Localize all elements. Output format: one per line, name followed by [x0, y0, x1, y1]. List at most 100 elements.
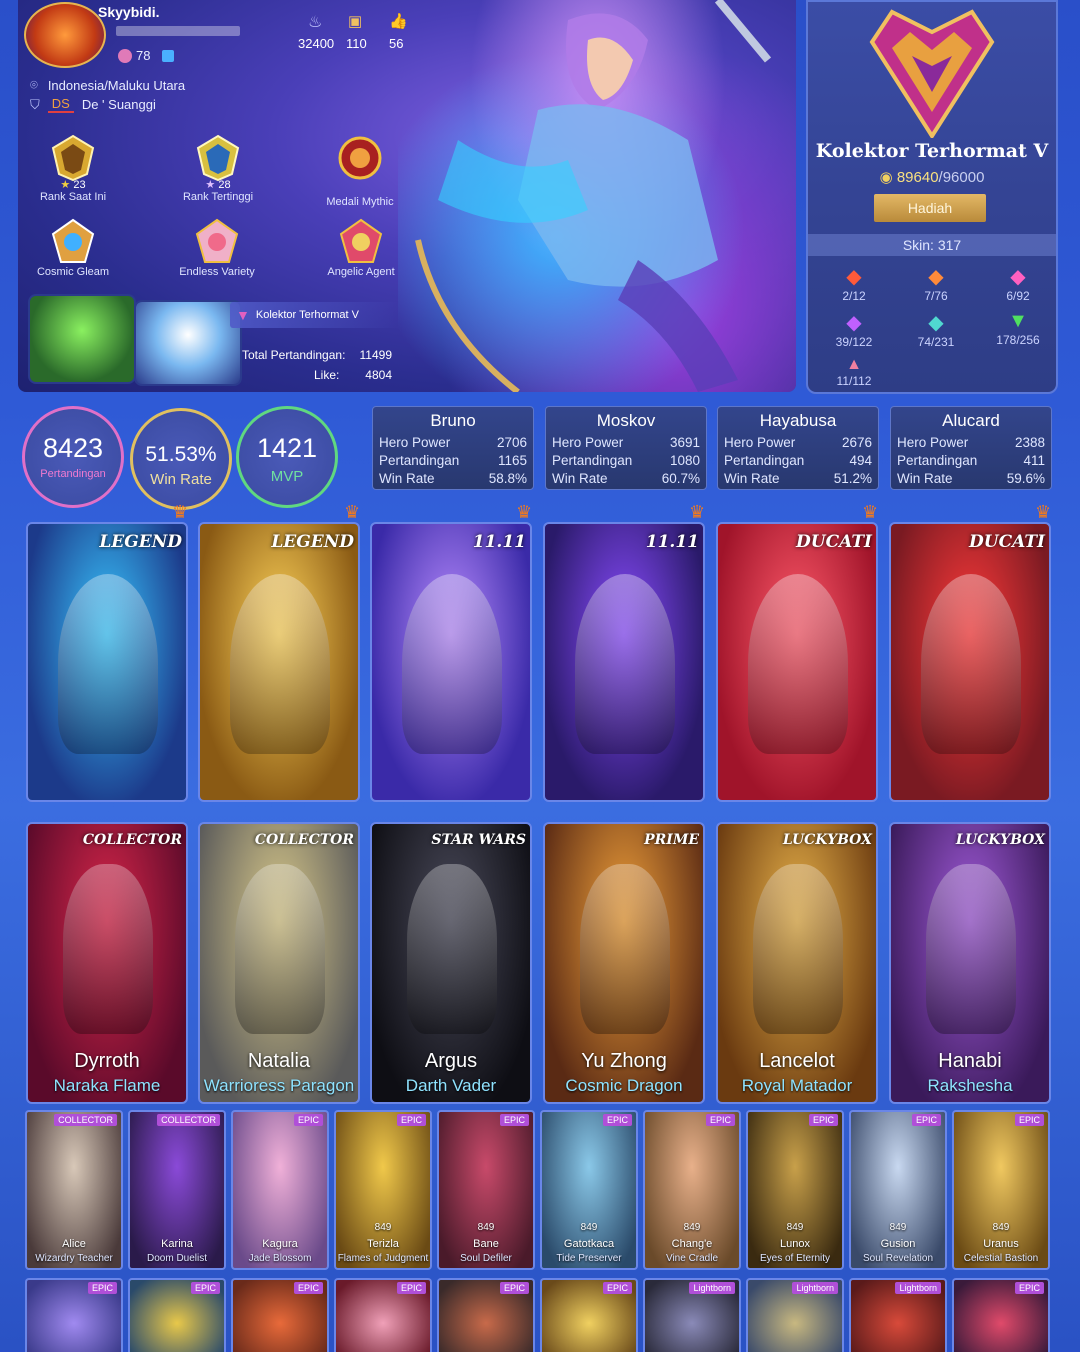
hero-name: Argus — [424, 1050, 478, 1072]
tier-special[interactable]: ◆ 6/92 — [988, 264, 1048, 303]
premium-skin-card[interactable]: STAR WARS Argus Darth Vader — [370, 822, 532, 1104]
hero-name: Gatotkaca — [563, 1238, 615, 1250]
hero-card-alucard[interactable]: Alucard Hero Power 2388 Pertandingan 411 W… — [890, 406, 1052, 490]
name-underline — [116, 26, 240, 36]
bottom-skin-card[interactable]: Lightborn — [746, 1278, 844, 1352]
tier-elite[interactable]: ◆ 74/231 — [906, 310, 966, 349]
medal-mythic[interactable]: Medali Mythic — [310, 134, 410, 208]
mythic-tier-icon: ◆ — [928, 266, 944, 288]
skin-art-image — [235, 864, 325, 1034]
featured-skin-card[interactable]: LEGEND — [26, 522, 188, 802]
win-rate-label: Win Rate — [150, 471, 212, 488]
squad-row[interactable]: ⛉ DS De ' Suanggi — [30, 96, 156, 113]
level-badge: 78 — [118, 48, 175, 63]
tier-other[interactable]: ▲ 11/112 — [824, 356, 884, 388]
points-coin-icon: ◉ — [879, 169, 893, 186]
epic-skin-card[interactable]: EPIC 849 Chang'e Vine Cradle — [643, 1110, 741, 1270]
bottom-skin-card[interactable]: EPIC — [334, 1278, 432, 1352]
featured-skin-card[interactable]: LEGEND — [198, 522, 360, 802]
tier-normal[interactable]: ▼ 178/256 — [988, 310, 1048, 347]
featured-skin-card[interactable]: 11.11 — [543, 522, 705, 802]
epic-skin-card[interactable]: EPIC 849 Gatotkaca Tide Preserver — [540, 1110, 638, 1270]
collector-panel: Kolektor Terhormat V ◉ 89640/96000 Hadia… — [806, 0, 1058, 394]
skin-art-image — [921, 574, 1021, 754]
featured-skin-card[interactable]: DUCATI — [716, 522, 878, 802]
skin-name: Rakshesha — [927, 1076, 1013, 1095]
epic-skin-card[interactable]: EPIC 849 Terizla Flames of Judgment — [334, 1110, 432, 1270]
reward-button[interactable]: Hadiah — [874, 194, 986, 222]
medal-cosmic-gleam[interactable]: Cosmic Gleam — [18, 218, 128, 278]
skin-art-image — [926, 864, 1016, 1034]
medal-current-rank[interactable]: ★ 23 Rank Saat Ini — [28, 134, 118, 203]
total-matches-row: Total Pertandingan: 11499 — [242, 348, 392, 362]
stat-likes: 👍 56 — [389, 13, 408, 51]
skin-badge: LUCKYBOX — [955, 832, 1045, 848]
collector-badge-strip[interactable]: ▼ Kolektor Terhormat V — [230, 302, 400, 328]
hero-card-hayabusa[interactable]: Hayabusa Hero Power 2676 Pertandingan 494 … — [717, 406, 879, 490]
skin-art-image — [575, 574, 675, 754]
bottom-skin-card[interactable]: EPIC — [952, 1278, 1050, 1352]
premium-skin-card[interactable]: COLLECTOR Natalia Warrioress Paragon — [198, 822, 360, 1104]
emblem-thumbnail[interactable] — [28, 294, 136, 384]
skin-name: Warrioress Paragon — [203, 1076, 355, 1095]
bottom-skin-card[interactable]: EPIC — [437, 1278, 535, 1352]
skin-name: Doom Duelist — [146, 1253, 208, 1264]
normal-tier-icon: ▼ — [1008, 310, 1028, 332]
bottom-skin-card[interactable]: Lightborn — [849, 1278, 947, 1352]
collector-title: Kolektor Terhormat V — [815, 140, 1049, 162]
hero-name: Uranus — [983, 1238, 1019, 1250]
total-matches-value: 11499 — [359, 348, 392, 362]
player-avatar[interactable] — [24, 2, 106, 68]
bottom-skin-card[interactable]: EPIC — [540, 1278, 638, 1352]
stat-popularity: ♨ 32400 — [298, 14, 335, 51]
skin-tier-tag: EPIC — [1014, 1114, 1044, 1126]
hero-card-moskov[interactable]: Moskov Hero Power 3691 Pertandingan 1080 W… — [545, 406, 707, 490]
premium-skin-card[interactable]: LUCKYBOX Lancelot Royal Matador — [716, 822, 878, 1104]
bottom-skin-card[interactable]: EPIC — [128, 1278, 226, 1352]
shirt-tier-icon: ▲ — [846, 356, 862, 373]
location-row: ⌾ Indonesia/Maluku Utara — [30, 77, 185, 93]
shield-icon: ⛉ — [30, 96, 40, 112]
crown-icon: ♛ — [172, 502, 189, 522]
skin-badge: 11.11 — [472, 532, 526, 552]
epic-skin-card[interactable]: COLLECTOR Alice Wizardry Teacher — [25, 1110, 123, 1270]
hero-name: Lunox — [780, 1238, 810, 1250]
skin-name: Wizardry Teacher — [35, 1253, 113, 1264]
epic-skin-card[interactable]: EPIC 849 Bane Soul Defiler — [437, 1110, 535, 1270]
featured-skin-card[interactable]: 11.11 — [370, 522, 532, 802]
location-text: Indonesia/Maluku Utara — [47, 77, 186, 93]
premium-skin-card[interactable]: LUCKYBOX Hanabi Rakshesha — [889, 822, 1051, 1104]
medal-angelic-agent[interactable]: Angelic Agent — [306, 218, 416, 278]
bottom-skin-card[interactable]: EPIC — [231, 1278, 329, 1352]
premium-skin-card[interactable]: COLLECTOR Dyrroth Naraka Flame — [26, 822, 188, 1104]
crown-icon: ♛ — [344, 502, 361, 522]
skin-name: Jade Blossom — [248, 1253, 312, 1264]
profile-panel: Skyybidi. 78 ♨ 32400 ▣ 110 👍 56 ⌾ Indone… — [18, 0, 796, 392]
epic-skin-card[interactable]: EPIC 849 Lunox Eyes of Eternity — [746, 1110, 844, 1270]
epic-skin-card[interactable]: EPIC Kagura Jade Blossom — [231, 1110, 329, 1270]
premium-skin-card[interactable]: PRIME Yu Zhong Cosmic Dragon — [543, 822, 705, 1104]
skin-tier-tag: EPIC — [1014, 1282, 1044, 1294]
hero-name: Dyrroth — [74, 1050, 140, 1072]
epic-skin-card[interactable]: EPIC 849 Uranus Celestial Bastion — [952, 1110, 1050, 1270]
bottom-skin-card[interactable]: Lightborn — [643, 1278, 741, 1352]
location-pin-icon: ⌾ — [30, 77, 38, 92]
verify-icon — [162, 49, 175, 62]
epic-skin-card[interactable]: EPIC 849 Gusion Soul Revelation — [849, 1110, 947, 1270]
endless-variety-icon — [191, 218, 243, 266]
tier-legend[interactable]: ◆ 2/12 — [824, 264, 884, 303]
epic-skin-card[interactable]: COLLECTOR Karina Doom Duelist — [128, 1110, 226, 1270]
featured-skin-card[interactable]: DUCATI — [889, 522, 1051, 802]
current-rank-label: Rank Saat Ini — [39, 191, 107, 203]
recall-effect-thumbnail[interactable] — [134, 300, 242, 386]
skin-badge: 11.11 — [645, 532, 699, 552]
mvp-value: 1421 — [256, 433, 318, 463]
medal-highest-rank[interactable]: ★ 28 Rank Tertinggi — [168, 134, 268, 203]
bottom-skin-card[interactable]: EPIC — [25, 1278, 123, 1352]
tier-epic[interactable]: ◆ 39/122 — [824, 310, 884, 349]
skin-price: 849 — [786, 1222, 804, 1233]
medal-endless-variety[interactable]: Endless Variety — [162, 218, 272, 278]
hero-card-bruno[interactable]: Bruno Hero Power 2706 Pertandingan 1165 Wi… — [372, 406, 534, 490]
tier-mythic[interactable]: ◆ 7/76 — [906, 264, 966, 303]
crown-icon: ♛ — [1035, 502, 1052, 522]
